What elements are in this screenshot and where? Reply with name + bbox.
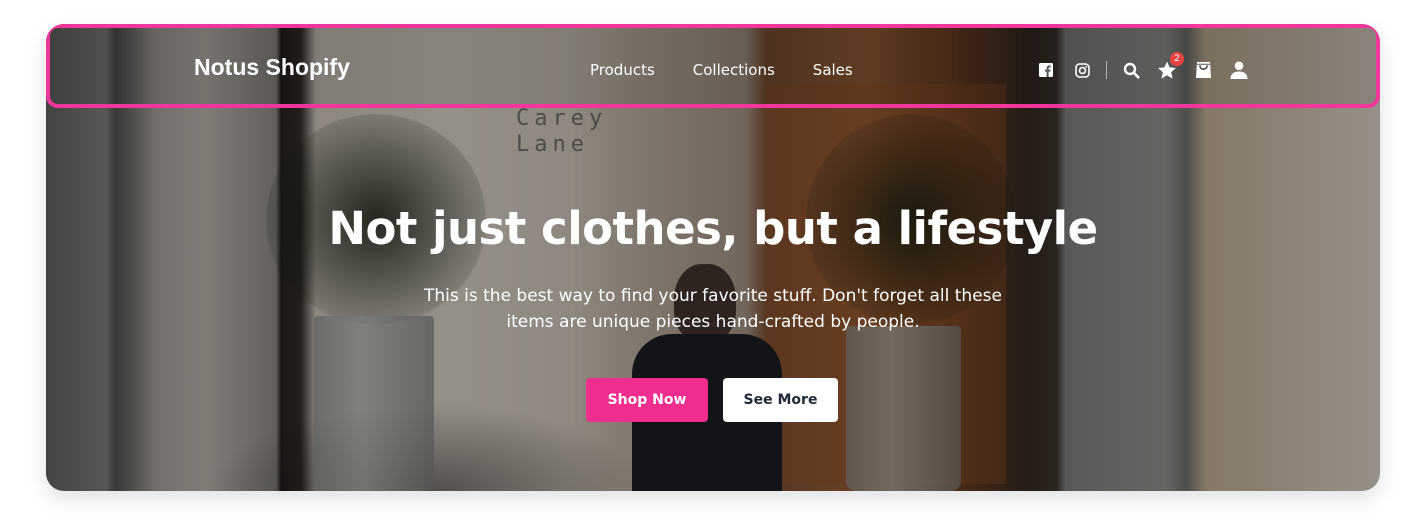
hero-section: Carey Lane Notus Shopify Products Collec… [46, 24, 1380, 491]
nav-link-collections[interactable]: Collections [693, 61, 775, 79]
top-navbar: Notus Shopify Products Collections Sales [46, 24, 1380, 108]
star-icon[interactable]: 2 [1155, 52, 1184, 82]
instagram-icon[interactable] [1070, 58, 1094, 82]
search-icon[interactable] [1119, 58, 1143, 82]
nav-icons: 2 [1034, 52, 1263, 82]
shopping-bag-icon[interactable] [1191, 58, 1215, 82]
facebook-icon[interactable] [1034, 58, 1058, 82]
brand-logo[interactable]: Notus Shopify [194, 54, 350, 81]
favorites-badge: 2 [1170, 52, 1184, 66]
user-icon[interactable] [1227, 58, 1251, 82]
nav-link-products[interactable]: Products [590, 61, 655, 79]
nav-link-sales[interactable]: Sales [813, 61, 853, 79]
icon-separator [1106, 61, 1107, 79]
see-more-button[interactable]: See More [723, 378, 838, 422]
hero-subtitle: This is the best way to find your favori… [424, 286, 1002, 332]
nav-links: Products Collections Sales [590, 61, 891, 79]
hero-headline: Not just clothes, but a lifestyle [328, 202, 1098, 255]
shop-now-button[interactable]: Shop Now [586, 378, 708, 422]
